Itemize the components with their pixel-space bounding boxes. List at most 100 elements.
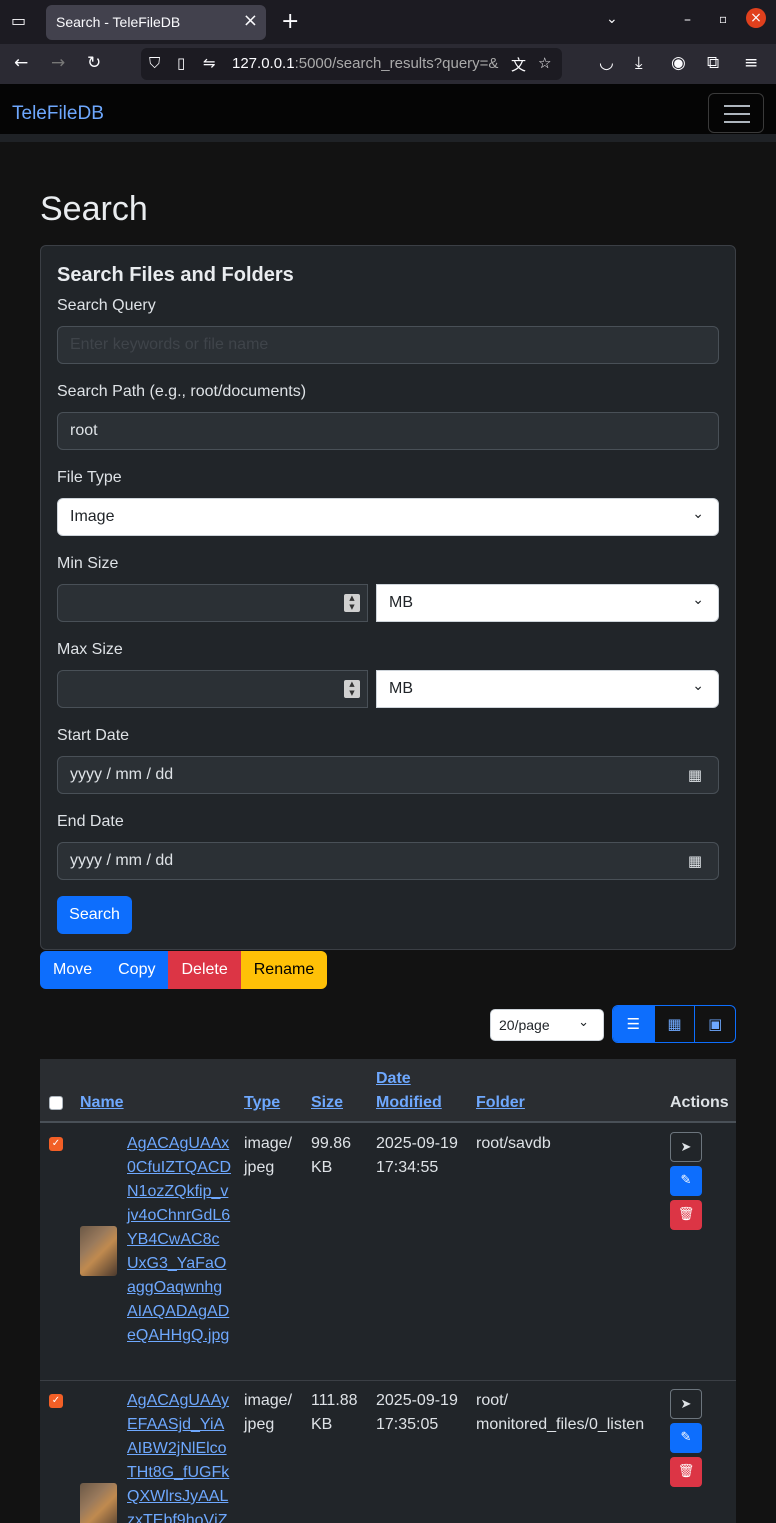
search-query-input[interactable]: Enter keywords or file name [57, 326, 719, 364]
folder-header[interactable]: Folder [476, 1091, 525, 1115]
min-unit-select[interactable]: MB ⌄ [376, 584, 719, 622]
chevron-down-icon: ⌄ [692, 506, 704, 522]
new-tab-icon[interactable]: + [281, 9, 299, 34]
select-all-checkbox[interactable] [49, 1096, 63, 1110]
calendar-icon[interactable]: ▦ [688, 852, 702, 870]
navbar-separator [0, 134, 776, 142]
trash-icon[interactable]: 🗑 [670, 1457, 702, 1487]
file-name-link[interactable]: AgACAgUAAyEFAASjd_YiAAIBW2jNlElcoTHt8G_f… [127, 1389, 231, 1523]
spinner-icon[interactable]: ▲ ▼ [344, 594, 360, 612]
send-icon[interactable]: ➤ [670, 1389, 702, 1419]
account-icon[interactable]: ◉ [671, 53, 686, 73]
url-text[interactable]: 127.0.0.1:5000/search_results?query=& [232, 55, 498, 72]
query-label: Search Query [57, 297, 156, 314]
search-button[interactable]: Search [57, 896, 132, 934]
grid-view-icon[interactable]: ▦ [653, 1006, 695, 1042]
forward-icon[interactable]: → [51, 53, 65, 73]
file-size: 99.86 KB [311, 1135, 352, 1176]
pencil-icon[interactable]: ✎ [670, 1423, 702, 1453]
row-checkbox[interactable]: ✓ [49, 1137, 63, 1151]
min-size-label: Min Size [57, 555, 119, 572]
shield-icon[interactable]: ⛉ [149, 54, 160, 72]
tab-title: Search - TeleFileDB [56, 14, 181, 30]
close-icon[interactable]: × [243, 10, 258, 31]
tab-list-icon[interactable]: ▭ [11, 11, 26, 30]
page-icon[interactable]: ▯ [177, 54, 185, 72]
send-icon[interactable]: ➤ [670, 1132, 702, 1162]
list-view-icon[interactable]: ☰ [613, 1006, 654, 1042]
browser-tab[interactable]: Search - TeleFileDB × [46, 5, 266, 40]
name-header[interactable]: Name [80, 1091, 124, 1115]
file-type: image/ jpeg [244, 1135, 293, 1176]
chevron-down-icon: ⌄ [692, 678, 704, 694]
menu-icon[interactable]: ≡ [744, 53, 758, 73]
hamburger-line [724, 121, 750, 123]
back-icon[interactable]: ← [14, 53, 28, 73]
bulk-actions: Move Copy Delete Rename [40, 951, 328, 989]
max-size-label: Max Size [57, 641, 123, 658]
copy-button[interactable]: Copy [105, 951, 169, 989]
calendar-icon[interactable]: ▦ [688, 766, 702, 784]
delete-button[interactable]: Delete [168, 951, 241, 989]
permissions-icon[interactable]: ⇋ [203, 54, 216, 72]
date-header[interactable]: Date Modified [376, 1067, 442, 1115]
per-page-value: 20/page [499, 1017, 550, 1033]
path-label: Search Path (e.g., root/documents) [57, 383, 307, 400]
min-unit-value: MB [389, 594, 413, 611]
move-button[interactable]: Move [40, 951, 106, 989]
max-unit-select[interactable]: MB ⌄ [376, 670, 719, 708]
chevron-down-icon[interactable]: ⌄ [606, 11, 618, 27]
download-icon[interactable]: ⤓ [635, 53, 643, 73]
trash-icon[interactable]: 🗑 [670, 1200, 702, 1230]
end-date-label: End Date [57, 813, 124, 830]
row-checkbox[interactable]: ✓ [49, 1394, 63, 1408]
reload-icon[interactable]: ↻ [87, 53, 101, 73]
file-thumbnail[interactable] [80, 1226, 117, 1276]
search-path-input[interactable]: root [57, 412, 719, 450]
file-thumbnail[interactable] [80, 1483, 117, 1523]
hamburger-icon [724, 105, 750, 107]
file-name-link[interactable]: AgACAgUAAx0CfuIZTQACDN1ozZQkfip_vjv4oChn… [127, 1132, 231, 1348]
pocket-icon[interactable]: ◡ [599, 53, 614, 73]
translate-icon[interactable]: 文 [509, 54, 529, 75]
bookmark-star-icon[interactable]: ☆ [536, 54, 554, 72]
type-header[interactable]: Type [244, 1091, 280, 1115]
restore-icon[interactable]: ▫ [719, 12, 727, 26]
file-size: 111.88 KB [311, 1392, 358, 1433]
end-date-input[interactable]: yyyy / mm / dd ▦ [57, 842, 719, 880]
brand-link[interactable]: TeleFileDB [12, 103, 104, 125]
browser-tabbar: ▭ Search - TeleFileDB × + ⌄ – ▫ × [0, 0, 776, 44]
start-date-label: Start Date [57, 727, 130, 744]
end-date-value: yyyy / mm / dd [70, 852, 174, 869]
search-card: Search Files and Folders Search Query En… [40, 245, 736, 950]
navbar-toggler[interactable] [708, 93, 764, 133]
url-bar[interactable]: ⛉ ▯ ⇋ 127.0.0.1:5000/search_results?quer… [141, 48, 562, 80]
chevron-down-icon: ⌄ [692, 592, 704, 608]
table-row: ✓ AgACAgUAAyEFAASjd_YiAAIBW2jNlElcoTHt8G… [40, 1381, 736, 1523]
window-close-icon[interactable]: × [746, 8, 766, 28]
max-unit-value: MB [389, 680, 413, 697]
pencil-icon[interactable]: ✎ [670, 1166, 702, 1196]
file-date: 2025-09-19 17:34:55 [376, 1135, 458, 1176]
min-size-input[interactable]: ▲ ▼ [57, 584, 368, 622]
start-date-value: yyyy / mm / dd [70, 766, 174, 783]
gallery-view-icon[interactable]: ▣ [694, 1006, 735, 1042]
extensions-icon[interactable]: ⧉ [707, 53, 719, 73]
hamburger-line [724, 113, 750, 115]
table-header: Name Type Size Date Modified Folder Actio… [40, 1059, 736, 1123]
path-value: root [70, 422, 98, 439]
app-navbar: TeleFileDB [0, 84, 776, 134]
max-size-input[interactable]: ▲ ▼ [57, 670, 368, 708]
rename-button[interactable]: Rename [240, 951, 328, 989]
card-title: Search Files and Folders [57, 264, 294, 286]
file-folder: root/savdb [476, 1135, 551, 1152]
file-type-select[interactable]: Image ⌄ [57, 498, 719, 536]
page-title: Search [40, 190, 148, 228]
per-page-select[interactable]: 20/page ⌄ [490, 1009, 604, 1041]
minimize-icon[interactable]: – [684, 12, 691, 28]
start-date-input[interactable]: yyyy / mm / dd ▦ [57, 756, 719, 794]
view-toggle: ☰ ▦ ▣ [612, 1005, 736, 1043]
spinner-icon[interactable]: ▲ ▼ [344, 680, 360, 698]
type-label: File Type [57, 469, 122, 486]
size-header[interactable]: Size [311, 1091, 343, 1115]
